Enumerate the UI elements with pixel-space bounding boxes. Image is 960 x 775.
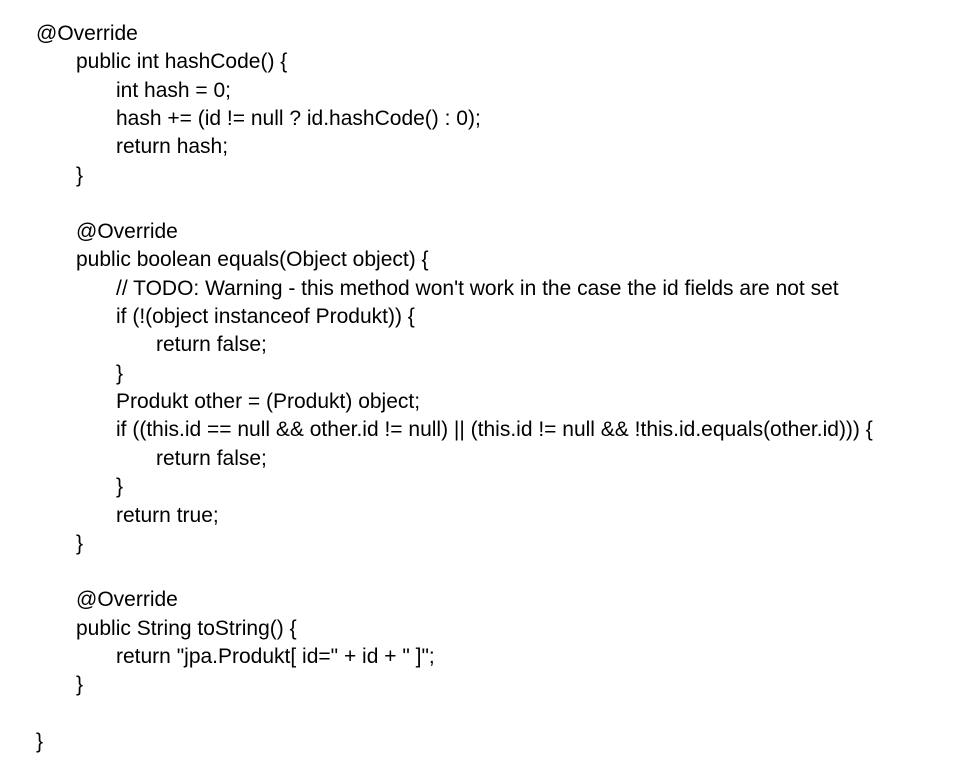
code-line: }: [36, 530, 940, 558]
code-line: }: [36, 728, 940, 756]
blank-line: [36, 558, 940, 586]
code-line: hash += (id != null ? id.hashCode() : 0)…: [36, 105, 940, 133]
code-line: return "jpa.Produkt[ id=" + id + " ]";: [36, 643, 940, 671]
code-line: if (!(object instanceof Produkt)) {: [36, 303, 940, 331]
code-line: return true;: [36, 502, 940, 530]
code-line: return false;: [36, 445, 940, 473]
code-line: public String toString() {: [36, 615, 940, 643]
code-line: return hash;: [36, 133, 940, 161]
blank-line: [36, 190, 940, 218]
code-line: }: [36, 162, 940, 190]
code-line: return false;: [36, 331, 940, 359]
code-line: public boolean equals(Object object) {: [36, 246, 940, 274]
code-line: }: [36, 473, 940, 501]
code-line: // TODO: Warning - this method won't wor…: [36, 275, 940, 303]
code-snippet: @Override public int hashCode() { int ha…: [36, 20, 940, 756]
code-line: public int hashCode() {: [36, 48, 940, 76]
code-line: @Override: [36, 20, 940, 48]
code-line: }: [36, 360, 940, 388]
code-line: Produkt other = (Produkt) object;: [36, 388, 940, 416]
code-line: @Override: [36, 218, 940, 246]
code-line: int hash = 0;: [36, 77, 940, 105]
code-line: }: [36, 671, 940, 699]
code-line: if ((this.id == null && other.id != null…: [36, 416, 940, 444]
code-line: @Override: [36, 586, 940, 614]
blank-line: [36, 700, 940, 728]
